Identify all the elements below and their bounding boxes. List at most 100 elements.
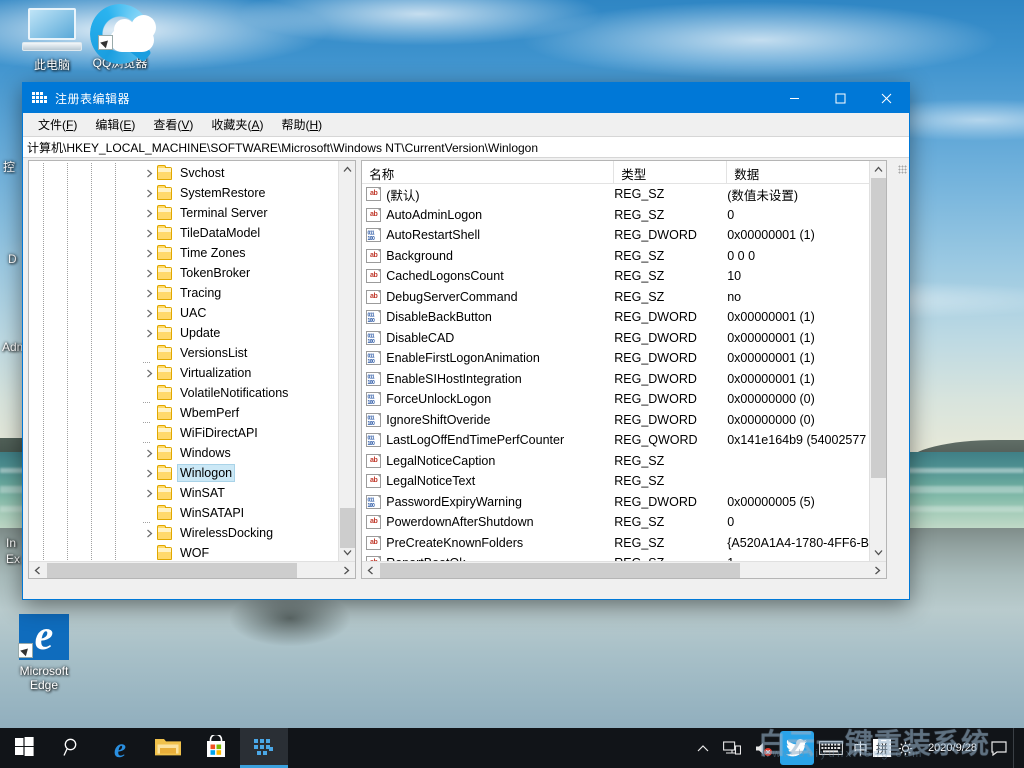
tree-item-uac[interactable]: UAC (29, 303, 338, 323)
values-hscroll-track[interactable] (379, 562, 869, 579)
menu-edit[interactable]: 编辑(E) (86, 114, 144, 135)
values-horizontal-scrollbar[interactable] (362, 561, 886, 578)
tree-horizontal-scrollbar[interactable] (29, 561, 355, 578)
menu-bar[interactable]: 文件(F) 编辑(E) 查看(V) 收藏夹(A) 帮助(H) (23, 113, 909, 136)
obscured-desktop-icon[interactable]: 控 (3, 158, 15, 175)
menu-file[interactable]: 文件(F) (29, 114, 86, 135)
scroll-down-button[interactable] (870, 544, 886, 561)
system-tray[interactable]: 中 拼 2020/9/28 (690, 728, 1024, 768)
action-center-icon[interactable] (985, 728, 1013, 768)
tree-item-winsat[interactable]: WinSAT (29, 483, 338, 503)
values-column-headers[interactable]: 名称 类型 数据 (362, 161, 869, 184)
values-scroll-thumb[interactable] (871, 178, 886, 478)
chevron-right-icon[interactable] (141, 368, 157, 378)
value-row[interactable]: abPowerdownAfterShutdownREG_SZ0 (362, 512, 869, 533)
registry-tree[interactable]: SvchostSystemRestoreTerminal ServerTileD… (29, 161, 338, 561)
tree-item-time-zones[interactable]: Time Zones (29, 243, 338, 263)
show-desktop-button[interactable] (1013, 728, 1020, 768)
tree-item-systemrestore[interactable]: SystemRestore (29, 183, 338, 203)
value-row[interactable]: 011100PasswordExpiryWarningREG_DWORD0x00… (362, 492, 869, 513)
chevron-right-icon[interactable] (141, 288, 157, 298)
file-explorer-button[interactable] (144, 728, 192, 768)
tree-item-wof[interactable]: WOF (29, 543, 338, 561)
store-button[interactable] (192, 728, 240, 768)
scroll-up-button[interactable] (870, 161, 886, 178)
value-row[interactable]: abLegalNoticeTextREG_SZ (362, 471, 869, 492)
chevron-right-icon[interactable] (141, 168, 157, 178)
scroll-right-button[interactable] (869, 562, 886, 579)
tree-item-svchost[interactable]: Svchost (29, 163, 338, 183)
chevron-right-icon[interactable] (141, 208, 157, 218)
chevron-right-icon[interactable] (141, 188, 157, 198)
value-row[interactable]: 011100AutoRestartShellREG_DWORD0x0000000… (362, 225, 869, 246)
tree-hscroll-track[interactable] (46, 562, 338, 579)
column-header-name[interactable]: 名称 (362, 161, 614, 183)
value-row[interactable]: abLegalNoticeCaptionREG_SZ (362, 451, 869, 472)
chevron-right-icon[interactable] (141, 328, 157, 338)
tree-item-winsatapi[interactable]: WinSATAPI (29, 503, 338, 523)
value-row[interactable]: abAutoAdminLogonREG_SZ0 (362, 205, 869, 226)
window-titlebar[interactable]: 注册表编辑器 (23, 83, 909, 113)
tree-vertical-scrollbar[interactable] (338, 161, 355, 561)
value-row[interactable]: 011100DisableCADREG_DWORD0x00000001 (1) (362, 328, 869, 349)
values-scroll-track[interactable] (870, 178, 886, 544)
obscured-desktop-icon[interactable]: D (8, 252, 17, 266)
chevron-right-icon[interactable] (141, 528, 157, 538)
ime-chinese-icon[interactable]: 中 (848, 728, 873, 768)
chevron-right-icon[interactable] (141, 488, 157, 498)
tree-item-terminal-server[interactable]: Terminal Server (29, 203, 338, 223)
tree-item-windows[interactable]: Windows (29, 443, 338, 463)
chevron-right-icon[interactable] (141, 228, 157, 238)
value-row[interactable]: 011100ForceUnlockLogonREG_DWORD0x0000000… (362, 389, 869, 410)
value-row[interactable]: abDebugServerCommandREG_SZno (362, 287, 869, 308)
volume-muted-icon[interactable] (748, 728, 780, 768)
tree-scroll-track[interactable] (339, 178, 355, 544)
ime-pinyin-icon[interactable]: 拼 (873, 739, 891, 757)
obscured-desktop-icon[interactable]: In (6, 536, 16, 550)
values-list[interactable]: ab(默认)REG_SZ(数值未设置)abAutoAdminLogonREG_S… (362, 184, 869, 561)
tree-hscroll-thumb[interactable] (47, 563, 297, 578)
values-hscroll-thumb[interactable] (380, 563, 740, 578)
value-row[interactable]: 011100DisableBackButtonREG_DWORD0x000000… (362, 307, 869, 328)
regedit-taskbar-button[interactable] (240, 728, 288, 768)
tree-item-versionslist[interactable]: VersionsList (29, 343, 338, 363)
scroll-right-button[interactable] (338, 562, 355, 579)
values-vertical-scrollbar[interactable] (869, 161, 886, 561)
scroll-left-button[interactable] (29, 562, 46, 579)
tree-item-winlogon[interactable]: Winlogon (29, 463, 338, 483)
column-header-data[interactable]: 数据 (727, 161, 869, 183)
menu-help[interactable]: 帮助(H) (272, 114, 331, 135)
scroll-up-button[interactable] (339, 161, 355, 178)
value-row[interactable]: 011100IgnoreShiftOverideREG_DWORD0x00000… (362, 410, 869, 431)
chevron-right-icon[interactable] (141, 268, 157, 278)
obscured-desktop-icon[interactable]: Ex (6, 552, 20, 566)
minimize-icon[interactable] (771, 83, 817, 113)
menu-favorites[interactable]: 收藏夹(A) (202, 114, 272, 135)
start-button[interactable] (0, 728, 48, 768)
tree-item-volatilenotifications[interactable]: VolatileNotifications (29, 383, 338, 403)
window-resize-grip[interactable] (892, 159, 909, 176)
registry-values-pane[interactable]: 名称 类型 数据 ab(默认)REG_SZ(数值未设置)abAutoAdminL… (361, 160, 887, 579)
value-row[interactable]: ab(默认)REG_SZ(数值未设置) (362, 184, 869, 205)
tree-item-wifidirectapi[interactable]: WiFiDirectAPI (29, 423, 338, 443)
desktop-icon-microsoft-edge[interactable]: e Microsoft Edge (0, 612, 88, 692)
ime-settings-icon[interactable] (891, 728, 920, 768)
address-bar[interactable]: 计算机\HKEY_LOCAL_MACHINE\SOFTWARE\Microsof… (23, 136, 909, 158)
close-icon[interactable] (863, 83, 909, 113)
chevron-right-icon[interactable] (141, 448, 157, 458)
tree-scroll-thumb[interactable] (340, 508, 355, 548)
value-row[interactable]: 011100EnableSIHostIntegrationREG_DWORD0x… (362, 369, 869, 390)
search-button[interactable] (48, 728, 96, 768)
taskbar[interactable]: e (0, 728, 1024, 768)
network-icon[interactable] (716, 728, 748, 768)
tree-item-tiledatamodel[interactable]: TileDataModel (29, 223, 338, 243)
show-hidden-icons[interactable] (690, 728, 716, 768)
value-row[interactable]: 011100LastLogOffEndTimePerfCounterREG_QW… (362, 430, 869, 451)
twitter-icon[interactable] (780, 731, 814, 765)
maximize-icon[interactable] (817, 83, 863, 113)
desktop-icon-qq-browser[interactable]: QQ浏览器 (76, 4, 164, 70)
chevron-right-icon[interactable] (141, 308, 157, 318)
chevron-right-icon[interactable] (141, 248, 157, 258)
tree-item-wbemperf[interactable]: WbemPerf (29, 403, 338, 423)
registry-editor-window[interactable]: 注册表编辑器 文件(F) 编辑(E) 查看(V) 收藏夹(A) 帮助(H) 计算… (22, 82, 910, 600)
